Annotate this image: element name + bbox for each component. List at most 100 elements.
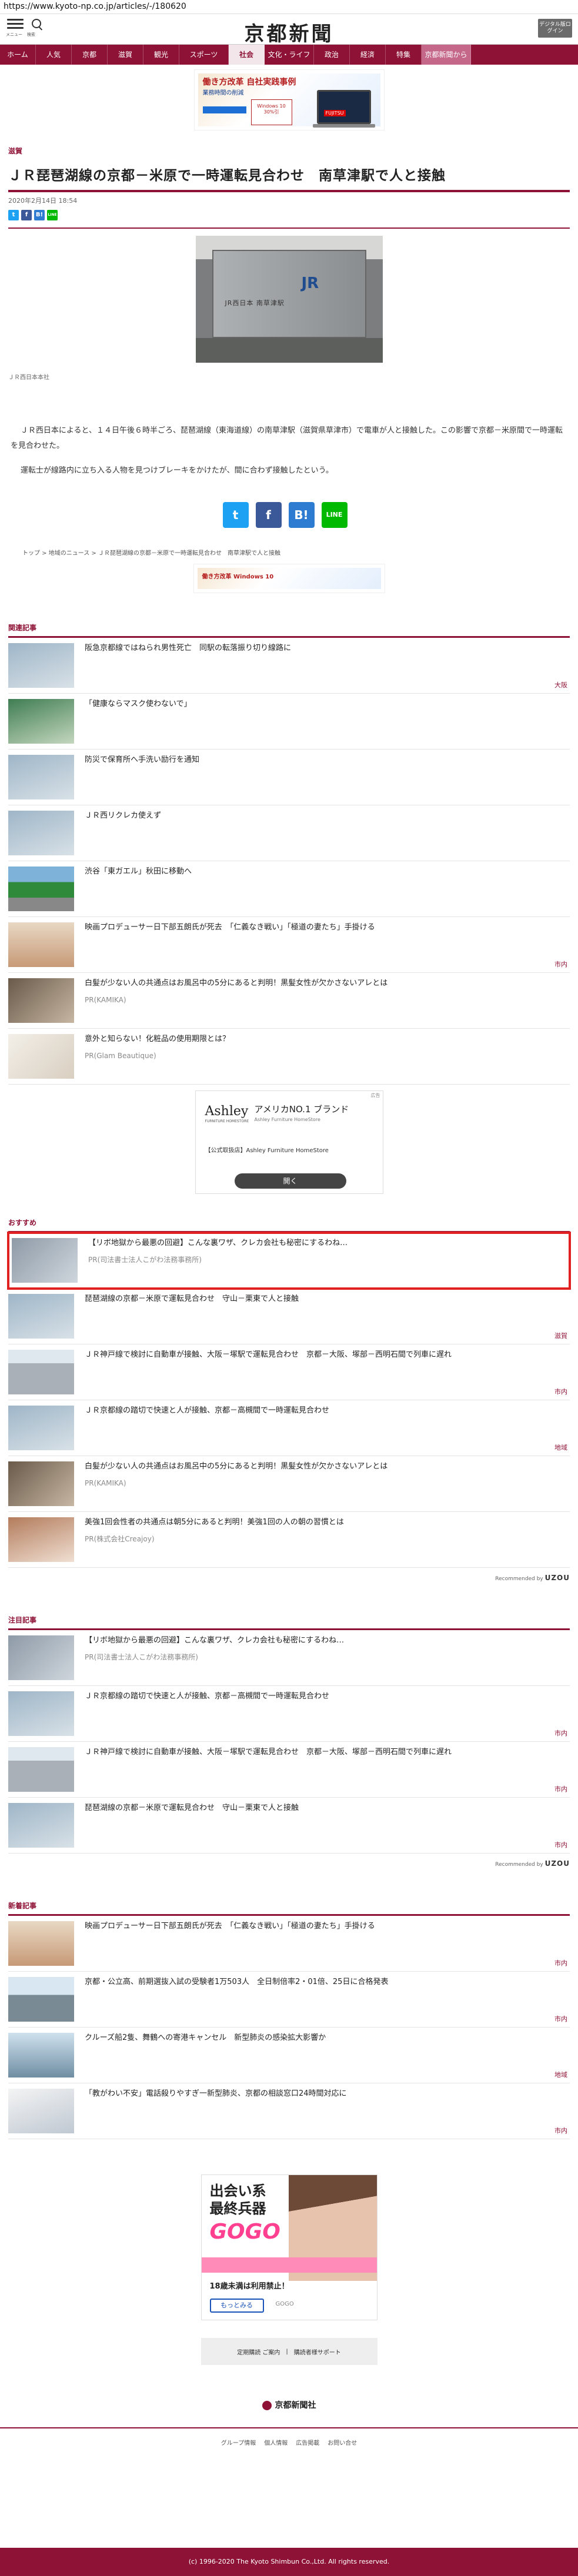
breadcrumb-home[interactable]: トップ: [22, 550, 40, 557]
ad-line-1: 出会い系: [209, 2183, 266, 2199]
item-tag: 市内: [554, 961, 567, 968]
recommended-section-title: おすすめ: [8, 1217, 570, 1233]
site-header: メニュー 検索 京都新聞 デジタル版ログイン: [0, 14, 578, 46]
item-title: 琵琶湖線の京都－米原で運転見合わせ 守山－栗東で人と接触: [85, 1804, 299, 1812]
related-item[interactable]: ＪＲ西リクレカ使えず: [8, 805, 570, 861]
nav-item-culture[interactable]: 文化・ライフ: [265, 45, 314, 65]
nav-item-society[interactable]: 社会: [229, 45, 265, 65]
hatena-icon[interactable]: B!: [34, 210, 45, 220]
ad-label: 広告: [370, 1093, 380, 1098]
item-title: ＪＲ京都線の踏切で快速と人が接触、京都－高槻間で一時運転見合わせ: [85, 1692, 330, 1701]
subscription-info-link[interactable]: 定期購読 ご案内: [237, 2347, 280, 2356]
latest-item[interactable]: 映画プロデューサー日下部五朗氏が死去 「仁義なき戦い」「極道の妻たち」手掛ける市…: [8, 1916, 570, 1972]
recommended-item[interactable]: 琵琶湖線の京都－米原で運転見合わせ 守山－栗東で人と接触 滋賀: [8, 1289, 570, 1344]
jr-logo: JR: [301, 275, 319, 292]
ad-open-button[interactable]: 開く: [234, 1173, 346, 1189]
ashley-ad[interactable]: 広告 Ashley FURNITURE HOMESTORE アメリカNO.1 ブ…: [195, 1090, 383, 1194]
item-title: 阪急京都線ではねられ男性死亡 同駅の転落振り切り線路に: [85, 644, 292, 653]
nav-item-tourism[interactable]: 観光: [143, 45, 179, 65]
item-title: 防災で保育所へ手洗い励行を通知: [85, 755, 200, 764]
related-item[interactable]: 防災で保育所へ手洗い励行を通知: [8, 750, 570, 805]
line-icon[interactable]: LINE: [47, 210, 58, 220]
facebook-icon[interactable]: f: [21, 210, 32, 220]
item-title: 美強1回会性者の共通点は朝5分にあると判明！美強1回の人の朝の習慣とは: [85, 1518, 344, 1527]
browser-url-bar[interactable]: https://www.kyoto-np.co.jp/articles/-/18…: [0, 0, 578, 14]
hatena-share-button[interactable]: B!: [288, 502, 315, 528]
article-photo[interactable]: JR JR西日本 南草津駅: [195, 236, 383, 363]
ashley-logo: Ashley: [205, 1104, 249, 1119]
footer-logo[interactable]: 京都新聞社: [0, 2399, 578, 2411]
recommended-by-label: Recommended by: [495, 1862, 543, 1868]
line-share-button[interactable]: LINE: [321, 502, 348, 528]
windows-logo: [202, 106, 246, 113]
article-date: 2020年2月14日 18:54: [8, 197, 78, 205]
nav-item-economy[interactable]: 経済: [350, 45, 386, 65]
related-item[interactable]: 映画プロデューサー日下部五朗氏が死去 「仁義なき戦い」「極道の妻たち」手掛ける市…: [8, 917, 570, 973]
latest-item[interactable]: 京都・公立高、前期選抜入試の受験者1万503人 全日制倍率2・01倍、25日に合…: [8, 1972, 570, 2028]
related-item[interactable]: 阪急京都線ではねられ男性死亡 同駅の転落振り切り線路に 大阪: [8, 638, 570, 694]
top-ad-banner[interactable]: 働き方改革 自社実践事例 業務時間の削減 Windows 10 30%引 FUJ…: [193, 69, 385, 131]
recommended-item[interactable]: 白髪が少ない人の共通点はお風呂中の5分にあると判明！黒髪女性が欠かさないアレとは…: [8, 1456, 570, 1512]
recommended-item-highlighted[interactable]: 【リボ地獄から最悪の回避】こんな裏ワザ、クレカ会社も秘密にするわね… PR(司法書…: [7, 1232, 571, 1290]
item-tag: 市内: [554, 1959, 567, 1967]
article-body: ＪＲ西日本によると、１４日午後６時半ごろ、琵琶湖線（東海道線）の南草津駅（滋賀県…: [11, 423, 567, 479]
nav-item-from-kyoto-np[interactable]: 京都新聞から: [422, 45, 471, 65]
breadcrumb-local[interactable]: 地域のニュース: [49, 550, 90, 557]
latest-item[interactable]: クルーズ船2隻、舞鶴への寄港キャンセル 新型肺炎の感染拡大影響か 地域: [8, 2028, 570, 2083]
article-thumbnail: [8, 1803, 74, 1848]
attention-recommended-by: Recommended by UZOU: [0, 1859, 570, 1868]
small-ad-text: 働き方改革 Windows 10: [202, 574, 274, 580]
company-logo-icon: [262, 2401, 272, 2410]
related-item[interactable]: 意外と知らない！化粧品の使用期限とは？ PR(Glam Beautique): [8, 1029, 570, 1085]
related-list: 阪急京都線ではねられ男性死亡 同駅の転落振り切り線路に 大阪 「健康ならマスク使わ…: [8, 638, 570, 1085]
item-tag: 市内: [554, 1785, 567, 1793]
nav-item-shiga[interactable]: 滋賀: [108, 45, 143, 65]
breadcrumb-current: ＪＲ琵琶湖線の京都－米原で一時運転見合わせ 南草津駅で人と接触: [98, 550, 280, 557]
related-item[interactable]: 「健康ならマスク使わないで」: [8, 694, 570, 750]
category-nav: ホーム 人気 京都 滋賀 観光 スポーツ 社会 文化・ライフ 政治 経済 特集 …: [0, 45, 578, 65]
item-title: 映画プロデューサー日下部五朗氏が死去 「仁義なき戦い」「極道の妻たち」手掛ける: [85, 923, 375, 932]
uzou-logo[interactable]: UZOU: [545, 1859, 570, 1868]
recommended-item[interactable]: 美強1回会性者の共通点は朝5分にあると判明！美強1回の人の朝の習慣とは PR(株式…: [8, 1512, 570, 1568]
subscriber-support-link[interactable]: 購読者様サポート: [294, 2347, 341, 2356]
article-thumbnail: [8, 1691, 74, 1736]
uzou-logo[interactable]: UZOU: [545, 1574, 570, 1582]
attention-item[interactable]: 琵琶湖線の京都－米原で運転見合わせ 守山－栗東で人と接触市内: [8, 1798, 570, 1854]
attention-item[interactable]: 【リボ地獄から最悪の回避】こんな裏ワザ、クレカ会社も秘密にするわね… PR(司法書…: [8, 1630, 570, 1686]
article-thumbnail: [8, 1461, 74, 1506]
site-logo[interactable]: 京都新聞: [0, 18, 578, 46]
ad-line-2: Ashley Furniture HomeStore: [254, 1117, 320, 1122]
nav-item-sports[interactable]: スポーツ: [179, 45, 229, 65]
attention-list: 【リボ地獄から最悪の回避】こんな裏ワザ、クレカ会社も秘密にするわね… PR(司法書…: [8, 1630, 570, 1854]
article-category[interactable]: 滋賀: [8, 146, 578, 156]
footer-link[interactable]: お問い合せ: [328, 2438, 357, 2447]
gogo-ad[interactable]: 出会い系 最終兵器 GOGO 18歳未満は利用禁止！ もっとみる GOGO: [201, 2174, 377, 2320]
ad-more-button[interactable]: もっとみる: [209, 2299, 264, 2313]
nav-item-popular[interactable]: 人気: [36, 45, 72, 65]
related-item[interactable]: 渋谷「東ガエル」秋田に移動へ: [8, 861, 570, 917]
attention-item[interactable]: ＪＲ神戸線で検討に自動車が接触、大阪－塚駅で運転見合わせ 京都－大阪、塚部－西明…: [8, 1742, 570, 1798]
digital-login-button[interactable]: デジタル版ログイン: [538, 19, 572, 38]
latest-item[interactable]: 「教がわい不安」電話殺りやすぎ一新型肺炎、京都の相談窓口24時間対応に 市内: [8, 2083, 570, 2139]
small-ad-banner[interactable]: 働き方改革 Windows 10: [193, 564, 385, 593]
date-divider: [8, 228, 570, 229]
twitter-icon[interactable]: t: [8, 210, 19, 220]
related-item[interactable]: 白髪が少ない人の共通点はお風呂中の5分にあると判明！黒髪女性が欠かさないアレとは…: [8, 973, 570, 1029]
attention-item[interactable]: ＪＲ京都線の踏切で快速と人が接触、京都－高槻間で一時運転見合わせ 市内: [8, 1686, 570, 1742]
nav-item-kyoto[interactable]: 京都: [72, 45, 108, 65]
footer-link[interactable]: 個人情報: [264, 2438, 288, 2447]
ad-sale-label: 30%引: [263, 109, 279, 115]
item-tag: 市内: [554, 1841, 567, 1849]
twitter-share-button[interactable]: t: [222, 502, 249, 528]
recommended-item[interactable]: ＪＲ京都線の踏切で快速と人が接触、京都－高槻間で一時運転見合わせ 地域: [8, 1400, 570, 1456]
nav-item-feature[interactable]: 特集: [386, 45, 422, 65]
footer-link[interactable]: 広告掲載: [296, 2438, 319, 2447]
recommended-item[interactable]: ＪＲ神戸線で検討に自動車が接触、大阪－塚駅で運転見合わせ 京都－大阪、塚部－西明…: [8, 1344, 570, 1400]
nav-item-home[interactable]: ホーム: [0, 45, 36, 65]
nav-item-politics[interactable]: 政治: [314, 45, 350, 65]
item-title: 白髪が少ない人の共通点はお風呂中の5分にあると判明！黒髪女性が欠かさないアレとは: [85, 1462, 388, 1471]
article-thumbnail: [8, 1635, 74, 1680]
article-thumbnail: [8, 1406, 74, 1450]
footer-link[interactable]: グループ情報: [221, 2438, 256, 2447]
facebook-share-button[interactable]: f: [255, 502, 282, 528]
